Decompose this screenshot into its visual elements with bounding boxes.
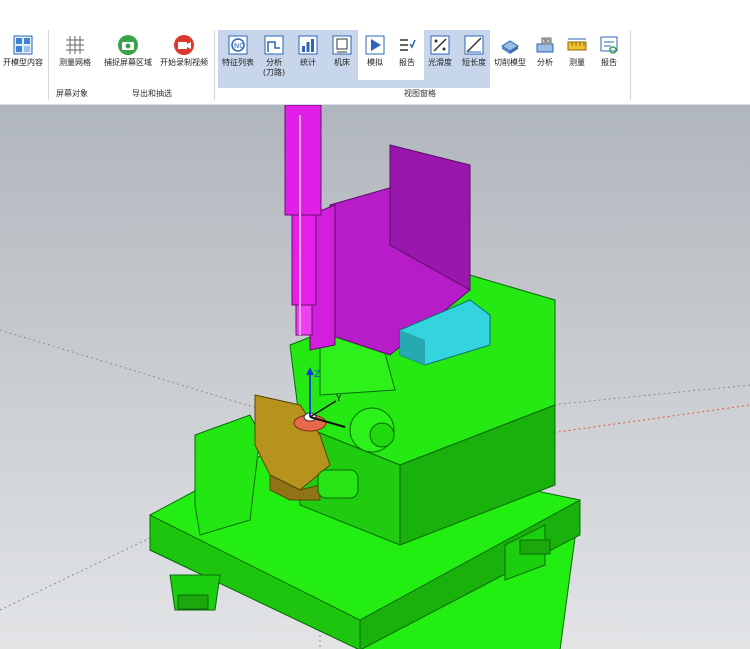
ribbon-toolbar: 开模型内容 测量网格 捕捉屏幕区域 开始录制视频 屏幕对象 导出和抽选 NC 特…	[0, 0, 750, 105]
list-icon	[400, 39, 416, 51]
cut-model-button[interactable]: 切削模型	[492, 34, 528, 78]
cut-model-label: 切削模型	[494, 58, 526, 67]
svg-text:Y: Y	[335, 394, 342, 404]
group-label-export-capture: 导出和抽选	[132, 89, 172, 98]
feature-list-label: 特征列表	[222, 58, 254, 67]
start-record-label: 开始录制视频	[160, 58, 208, 67]
video-record-icon	[174, 35, 194, 55]
separator	[630, 30, 631, 100]
analyze-button[interactable]: 3D 分析	[530, 34, 560, 78]
group-label-tool-views: 视图窗格	[404, 89, 436, 98]
feature-list-icon: NC	[228, 35, 248, 55]
model-content-button[interactable]: 开模型内容	[0, 34, 46, 78]
tolerance-button[interactable]: 光滑度	[424, 34, 456, 78]
analysis-label: 分析	[266, 58, 282, 67]
simulate-button[interactable]: 模拟	[360, 34, 390, 78]
measure-grid-label: 测量网格	[59, 58, 91, 67]
analysis-sub-label: (刀路)	[262, 68, 286, 77]
measure-grid-button[interactable]: 测量网格	[55, 34, 95, 78]
start-record-button[interactable]: 开始录制视频	[156, 34, 212, 78]
measure-button[interactable]: 测量	[562, 34, 592, 78]
capture-region-label: 捕捉屏幕区域	[104, 58, 152, 67]
3d-viewport[interactable]: Z Y	[0, 105, 750, 649]
feature-list-button[interactable]: NC 特征列表	[220, 34, 256, 78]
machine-button[interactable]: 机床	[326, 34, 358, 78]
toolpath-analysis-icon	[264, 35, 284, 55]
analyze-icon: 3D	[536, 37, 554, 53]
tolerance-label: 光滑度	[428, 58, 452, 67]
model-content-label: 开模型内容	[3, 58, 43, 67]
model-grid-icon	[13, 35, 33, 55]
svg-text:NC: NC	[234, 42, 244, 50]
capture-region-button[interactable]: 捕捉屏幕区域	[100, 34, 156, 78]
machine-model-render: Z Y	[0, 105, 750, 649]
simulate-label: 模拟	[367, 58, 383, 67]
machine-label: 机床	[334, 58, 350, 67]
report-label: 报告	[601, 58, 617, 67]
stats-button[interactable]: 统计	[292, 34, 324, 78]
play-icon	[365, 35, 385, 55]
separator	[214, 30, 215, 100]
analyze-label: 分析	[537, 58, 553, 67]
report-button[interactable]: 报告	[594, 34, 624, 78]
svg-text:3D: 3D	[543, 39, 550, 45]
tolerance-icon	[430, 35, 450, 55]
svg-text:Z: Z	[314, 370, 320, 380]
separator	[48, 30, 49, 100]
curvature-icon	[464, 35, 484, 55]
grid-icon	[66, 36, 84, 54]
analysis-toolpath-button[interactable]: 分析 (刀路)	[258, 34, 290, 78]
reset-label: 报告	[399, 58, 415, 67]
cut-model-icon	[501, 40, 519, 54]
curvature-label: 短长度	[462, 58, 486, 67]
curvature-button[interactable]: 短长度	[458, 34, 490, 78]
reset-button[interactable]: 报告	[392, 34, 422, 78]
selected-group-bg-3	[220, 80, 488, 88]
camera-icon	[118, 35, 138, 55]
measure-label: 测量	[569, 58, 585, 67]
report-icon	[600, 36, 618, 54]
ruler-icon	[567, 38, 587, 51]
group-label-display-objects: 屏幕对象	[56, 89, 88, 98]
stats-label: 统计	[300, 58, 316, 67]
machine-icon	[332, 35, 352, 55]
bar-chart-icon	[298, 35, 318, 55]
